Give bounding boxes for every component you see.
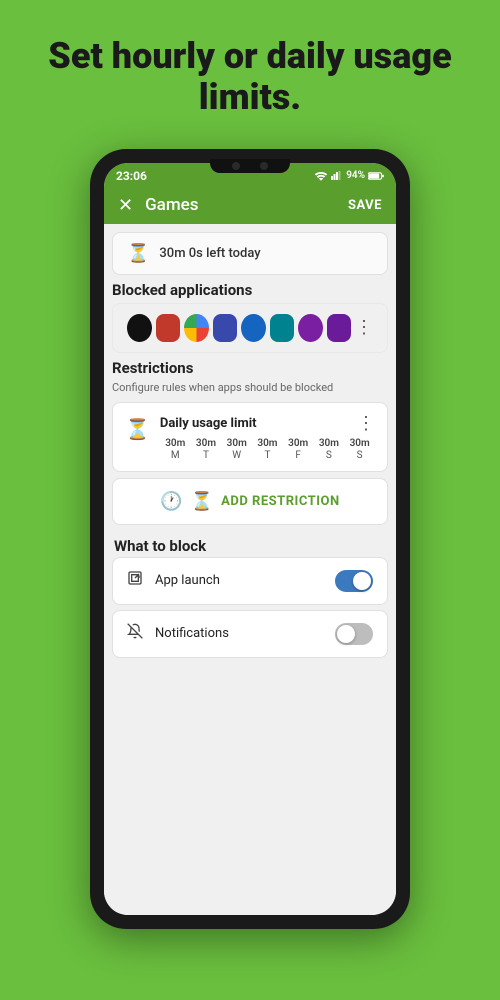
phone-screen: 23:06 94% ✕ Games SAVE ⏳ 30m 0s left tod… (104, 163, 396, 915)
status-icons: 94% (314, 170, 384, 181)
restrictions-heading: Restrictions (112, 359, 388, 377)
clock-icon: 🕐 (160, 491, 182, 512)
time-remaining-card: ⏳ 30m 0s left today (112, 232, 388, 275)
app-bar-title: Games (145, 195, 336, 215)
add-timer-icon: ⏳ (191, 491, 213, 512)
day-time-4: 30m (283, 438, 314, 449)
app-icon-8 (327, 314, 352, 342)
notifications-toggle[interactable] (335, 623, 373, 645)
phone-device: 23:06 94% ✕ Games SAVE ⏳ 30m 0s left tod… (90, 149, 410, 929)
apps-icons-row: ⋮ (127, 314, 373, 342)
close-button[interactable]: ✕ (118, 195, 133, 216)
apps-inner: ⋮ (112, 303, 388, 353)
day-time-3: 30m (252, 438, 283, 449)
notifications-icon (127, 623, 143, 644)
battery-text: 94% (346, 170, 365, 181)
signal-icon (331, 170, 343, 181)
restriction-hourglass-icon: ⏳ (125, 417, 150, 441)
day-time-6: 30m (344, 438, 375, 449)
app-bar: ✕ Games SAVE (104, 187, 396, 224)
day-time-1: 30m (191, 438, 222, 449)
day-label-3: T (252, 450, 283, 461)
restriction-details: Daily usage limit ⋮ 30m 30m 30m 30m 30m … (160, 413, 375, 461)
app-launch-label: App launch (155, 573, 323, 588)
status-time: 23:06 (116, 169, 147, 183)
app-icon-1 (127, 314, 152, 342)
day-time-5: 30m (314, 438, 345, 449)
day-label-1: T (191, 450, 222, 461)
app-icon-2 (156, 314, 181, 342)
day-label-2: W (221, 450, 252, 461)
days-grid: 30m 30m 30m 30m 30m 30m 30m M T W T (160, 438, 375, 461)
app-launch-toggle[interactable] (335, 570, 373, 592)
time-remaining-text: 30m 0s left today (159, 246, 260, 261)
blocked-apps-section: Blocked applications ⋮ (112, 281, 388, 353)
wifi-icon (314, 170, 328, 181)
app-icon-7 (298, 314, 323, 342)
what-to-block-section: What to block App launch (112, 531, 388, 658)
battery-icon (368, 171, 384, 181)
day-label-0: M (160, 450, 191, 461)
what-to-block-heading: What to block (112, 531, 388, 557)
day-label-5: S (314, 450, 345, 461)
app-icon-4 (213, 314, 238, 342)
phone-camera (210, 159, 290, 173)
app-launch-row: App launch (112, 557, 388, 605)
day-time-2: 30m (221, 438, 252, 449)
restriction-title: Daily usage limit (160, 416, 257, 431)
day-time-0: 30m (160, 438, 191, 449)
save-button[interactable]: SAVE (348, 198, 382, 213)
content-area: ⏳ 30m 0s left today Blocked applications (104, 224, 396, 915)
notifications-label: Notifications (155, 626, 323, 641)
day-label-4: F (283, 450, 314, 461)
restriction-row: ⏳ Daily usage limit ⋮ 30m 30m 30m 30m (125, 413, 375, 461)
blocked-apps-heading: Blocked applications (112, 281, 388, 299)
restriction-title-row: Daily usage limit ⋮ (160, 413, 375, 434)
add-restriction-button[interactable]: 🕐 ⏳ ADD RESTRICTION (112, 478, 388, 525)
restrictions-section: Restrictions Configure rules when apps s… (112, 359, 388, 525)
app-launch-icon (127, 570, 143, 591)
headline: Set hourly or daily usage limits. (0, 0, 500, 139)
add-restriction-label: ADD RESTRICTION (221, 494, 340, 509)
restriction-more-button[interactable]: ⋮ (357, 413, 375, 434)
app-icon-5 (241, 314, 266, 342)
app-icon-3 (184, 314, 209, 342)
notifications-row: Notifications (112, 610, 388, 658)
day-label-6: S (344, 450, 375, 461)
restriction-card: ⏳ Daily usage limit ⋮ 30m 30m 30m 30m (112, 402, 388, 472)
hourglass-icon: ⏳ (127, 243, 149, 264)
app-icon-6 (270, 314, 295, 342)
restrictions-sub: Configure rules when apps should be bloc… (112, 381, 388, 394)
apps-more-button[interactable]: ⋮ (355, 317, 373, 338)
